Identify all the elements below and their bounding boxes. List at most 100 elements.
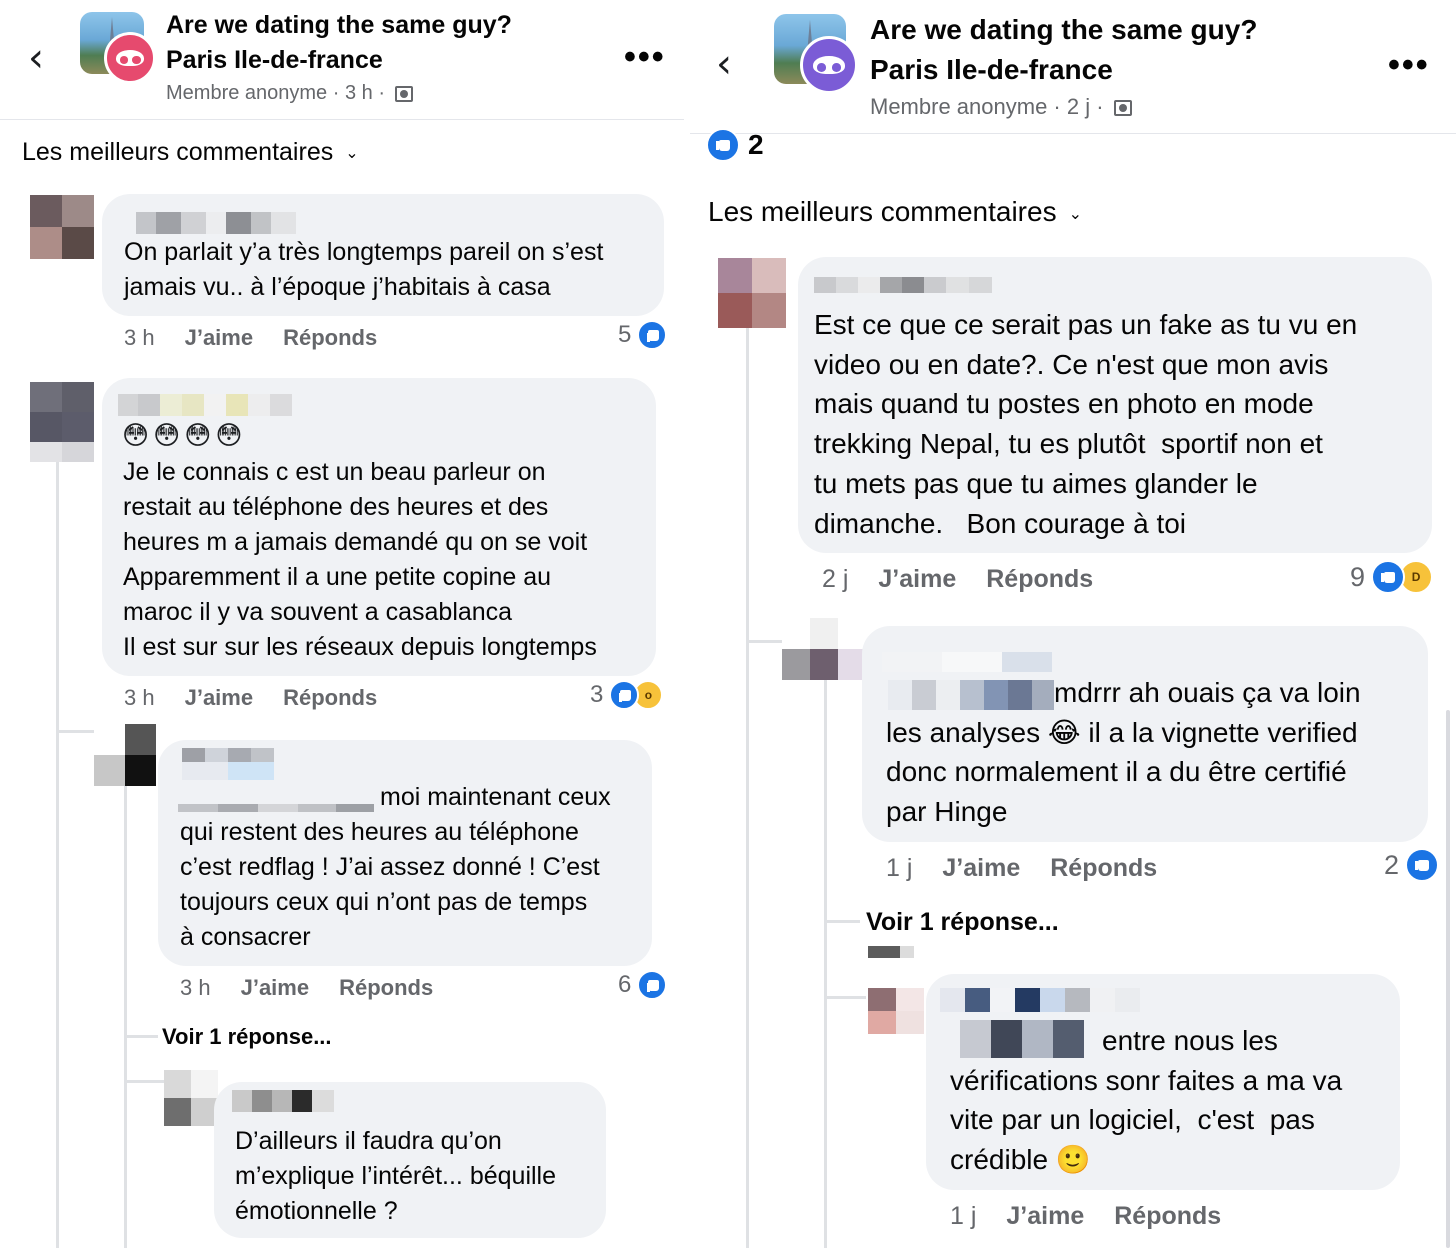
like-reaction-icon xyxy=(637,970,668,1000)
reaction-count: 6 xyxy=(618,971,632,998)
like-button[interactable]: J’aime xyxy=(878,565,956,594)
chevron-left-icon[interactable]: ‹ xyxy=(28,38,44,78)
thread-connector xyxy=(824,920,860,923)
avatar[interactable] xyxy=(30,382,94,462)
group-name[interactable]: Are we dating the same guy? xyxy=(166,8,512,43)
like-button[interactable]: J’aime xyxy=(1006,1202,1084,1231)
avatar[interactable] xyxy=(868,988,924,1034)
thread-connector xyxy=(746,640,786,643)
more-options-button[interactable]: ••• xyxy=(624,40,666,74)
reply-button[interactable]: Réponds xyxy=(986,565,1093,594)
thread-connector xyxy=(824,996,866,999)
comment-sort-dropdown[interactable]: Les meilleurs commentaires ⌄ xyxy=(708,196,1082,228)
anonymous-member-icon xyxy=(104,32,156,84)
chevron-left-icon[interactable]: ‹ xyxy=(716,44,732,84)
more-options-button[interactable]: ••• xyxy=(1388,48,1430,82)
comment-time: 2 j xyxy=(822,565,849,593)
comment-text: Je le connais c est un beau parleur on r… xyxy=(123,458,597,661)
emoji-line: 😳😳😳😳 xyxy=(122,420,247,450)
like-reaction-icon xyxy=(1405,848,1440,882)
comment-bubble: mdrrr ah ouais ça va loin les analyses 😂… xyxy=(862,626,1428,842)
post-meta: Membre anonyme · 2 j · xyxy=(870,94,1132,120)
reply-button[interactable]: Réponds xyxy=(1114,1202,1221,1231)
comment-time: 1 j xyxy=(950,1202,977,1230)
see-replies-link[interactable]: Voir 1 réponse... xyxy=(866,908,1059,937)
commenter-name-redacted[interactable] xyxy=(136,212,296,234)
comment-actions: 1 j J’aime Réponds xyxy=(886,854,1157,883)
comment-bubble: 😳😳😳😳 Je le connais c est un beau parleur… xyxy=(102,378,656,676)
comment-bubble: entre nous les vérifications sonr faites… xyxy=(926,974,1400,1190)
avatar[interactable] xyxy=(718,258,786,328)
avatar[interactable] xyxy=(164,1070,218,1126)
comment-sort-dropdown[interactable]: Les meilleurs commentaires ⌄ xyxy=(22,138,359,167)
like-button[interactable]: J’aime xyxy=(185,325,254,351)
reply-button[interactable]: Réponds xyxy=(339,975,433,1001)
reaction-count: 9 xyxy=(1350,561,1366,592)
see-replies-link[interactable]: Voir 1 réponse... xyxy=(162,1024,332,1050)
comment-text: D’ailleurs il faudra qu’on m’explique l’… xyxy=(235,1127,557,1225)
avatar[interactable] xyxy=(30,195,94,259)
thread-line xyxy=(746,328,749,1248)
comment-bubble: On parlait y’a très longtemps pareil on … xyxy=(102,194,664,316)
sort-label: Les meilleurs commentaires xyxy=(708,196,1057,227)
post-meta: Membre anonyme · 3 h · xyxy=(166,82,413,105)
author-name: Membre anonyme xyxy=(166,82,328,104)
like-button[interactable]: J’aime xyxy=(942,854,1020,883)
comment-text: On parlait y’a très longtemps pareil on … xyxy=(124,238,604,301)
like-reaction-icon xyxy=(1371,560,1406,594)
commenter-name-redacted[interactable] xyxy=(232,1090,334,1112)
thread-line xyxy=(124,786,127,1248)
reaction-summary[interactable]: 2 xyxy=(1384,848,1440,882)
post-reaction-count: 2 xyxy=(748,129,764,160)
reply-button[interactable]: Réponds xyxy=(283,325,377,351)
anonymous-member-icon xyxy=(800,36,858,94)
post-reactions[interactable]: 2 xyxy=(706,128,764,162)
avatar[interactable] xyxy=(94,724,156,786)
chevron-down-icon: ⌄ xyxy=(1068,205,1082,223)
commenter-name-redacted[interactable] xyxy=(882,652,1052,672)
avatar[interactable] xyxy=(782,618,866,680)
reaction-summary[interactable]: 6 xyxy=(618,970,668,1000)
comment-time: 3 h xyxy=(124,325,155,350)
comment-text: mdrrr ah ouais ça va loin les analyses 😂… xyxy=(886,677,1361,828)
reaction-summary[interactable]: 3o xyxy=(590,680,664,710)
left-screenshot-panel: ‹ Are we dating the same guy? Paris Ile-… xyxy=(0,0,684,1248)
comment-actions: 3 h J’aime Réponds xyxy=(124,685,377,711)
thread-connector xyxy=(124,1080,164,1083)
right-screenshot-panel: ‹ Are we dating the same guy? Paris Ile-… xyxy=(690,0,1456,1248)
commenter-name-redacted[interactable] xyxy=(814,277,992,293)
comment-actions: 2 j J’aime Réponds xyxy=(822,565,1093,594)
commenter-name-redacted[interactable] xyxy=(940,988,1140,1012)
sort-label: Les meilleurs commentaires xyxy=(22,138,334,166)
group-name[interactable]: Are we dating the same guy? xyxy=(870,10,1257,49)
reaction-summary[interactable]: 5 xyxy=(618,320,668,350)
post-time: 2 j xyxy=(1066,94,1091,119)
reaction-count: 2 xyxy=(1384,849,1400,880)
reply-button[interactable]: Réponds xyxy=(283,685,377,711)
redacted-mark xyxy=(868,946,914,958)
reply-button[interactable]: Réponds xyxy=(1050,854,1157,883)
post-header: ‹ Are we dating the same guy? Paris Ile-… xyxy=(690,0,1456,134)
comment-bubble: moi maintenant ceux qui restent des heur… xyxy=(158,740,652,966)
like-button[interactable]: J’aime xyxy=(185,685,254,711)
author-name: Membre anonyme xyxy=(870,94,1048,119)
comment-text: entre nous les vérifications sonr faites… xyxy=(950,1025,1343,1176)
like-button[interactable]: J’aime xyxy=(241,975,310,1001)
scrollbar[interactable] xyxy=(1446,710,1450,1248)
group-city[interactable]: Paris Ile-de-france xyxy=(870,50,1113,89)
like-reaction-icon xyxy=(637,320,668,350)
comment-actions: 3 h J’aime Réponds xyxy=(124,325,377,351)
comment-time: 3 h xyxy=(124,685,155,710)
comment-bubble: Est ce que ce serait pas un fake as tu v… xyxy=(798,257,1432,553)
reaction-count: 5 xyxy=(618,321,632,348)
reaction-count: 3 xyxy=(590,681,604,708)
group-members-icon xyxy=(1113,100,1132,117)
commenter-name-redacted[interactable] xyxy=(118,394,296,416)
group-city[interactable]: Paris Ile-de-france xyxy=(166,43,383,78)
comment-actions: 3 h J’aime Réponds xyxy=(180,975,433,1001)
post-header: ‹ Are we dating the same guy? Paris Ile-… xyxy=(0,0,684,120)
like-reaction-icon xyxy=(706,128,740,162)
post-time: 3 h xyxy=(344,82,373,104)
comment-text: Est ce que ce serait pas un fake as tu v… xyxy=(814,309,1358,539)
reaction-summary[interactable]: 9D xyxy=(1350,560,1434,594)
